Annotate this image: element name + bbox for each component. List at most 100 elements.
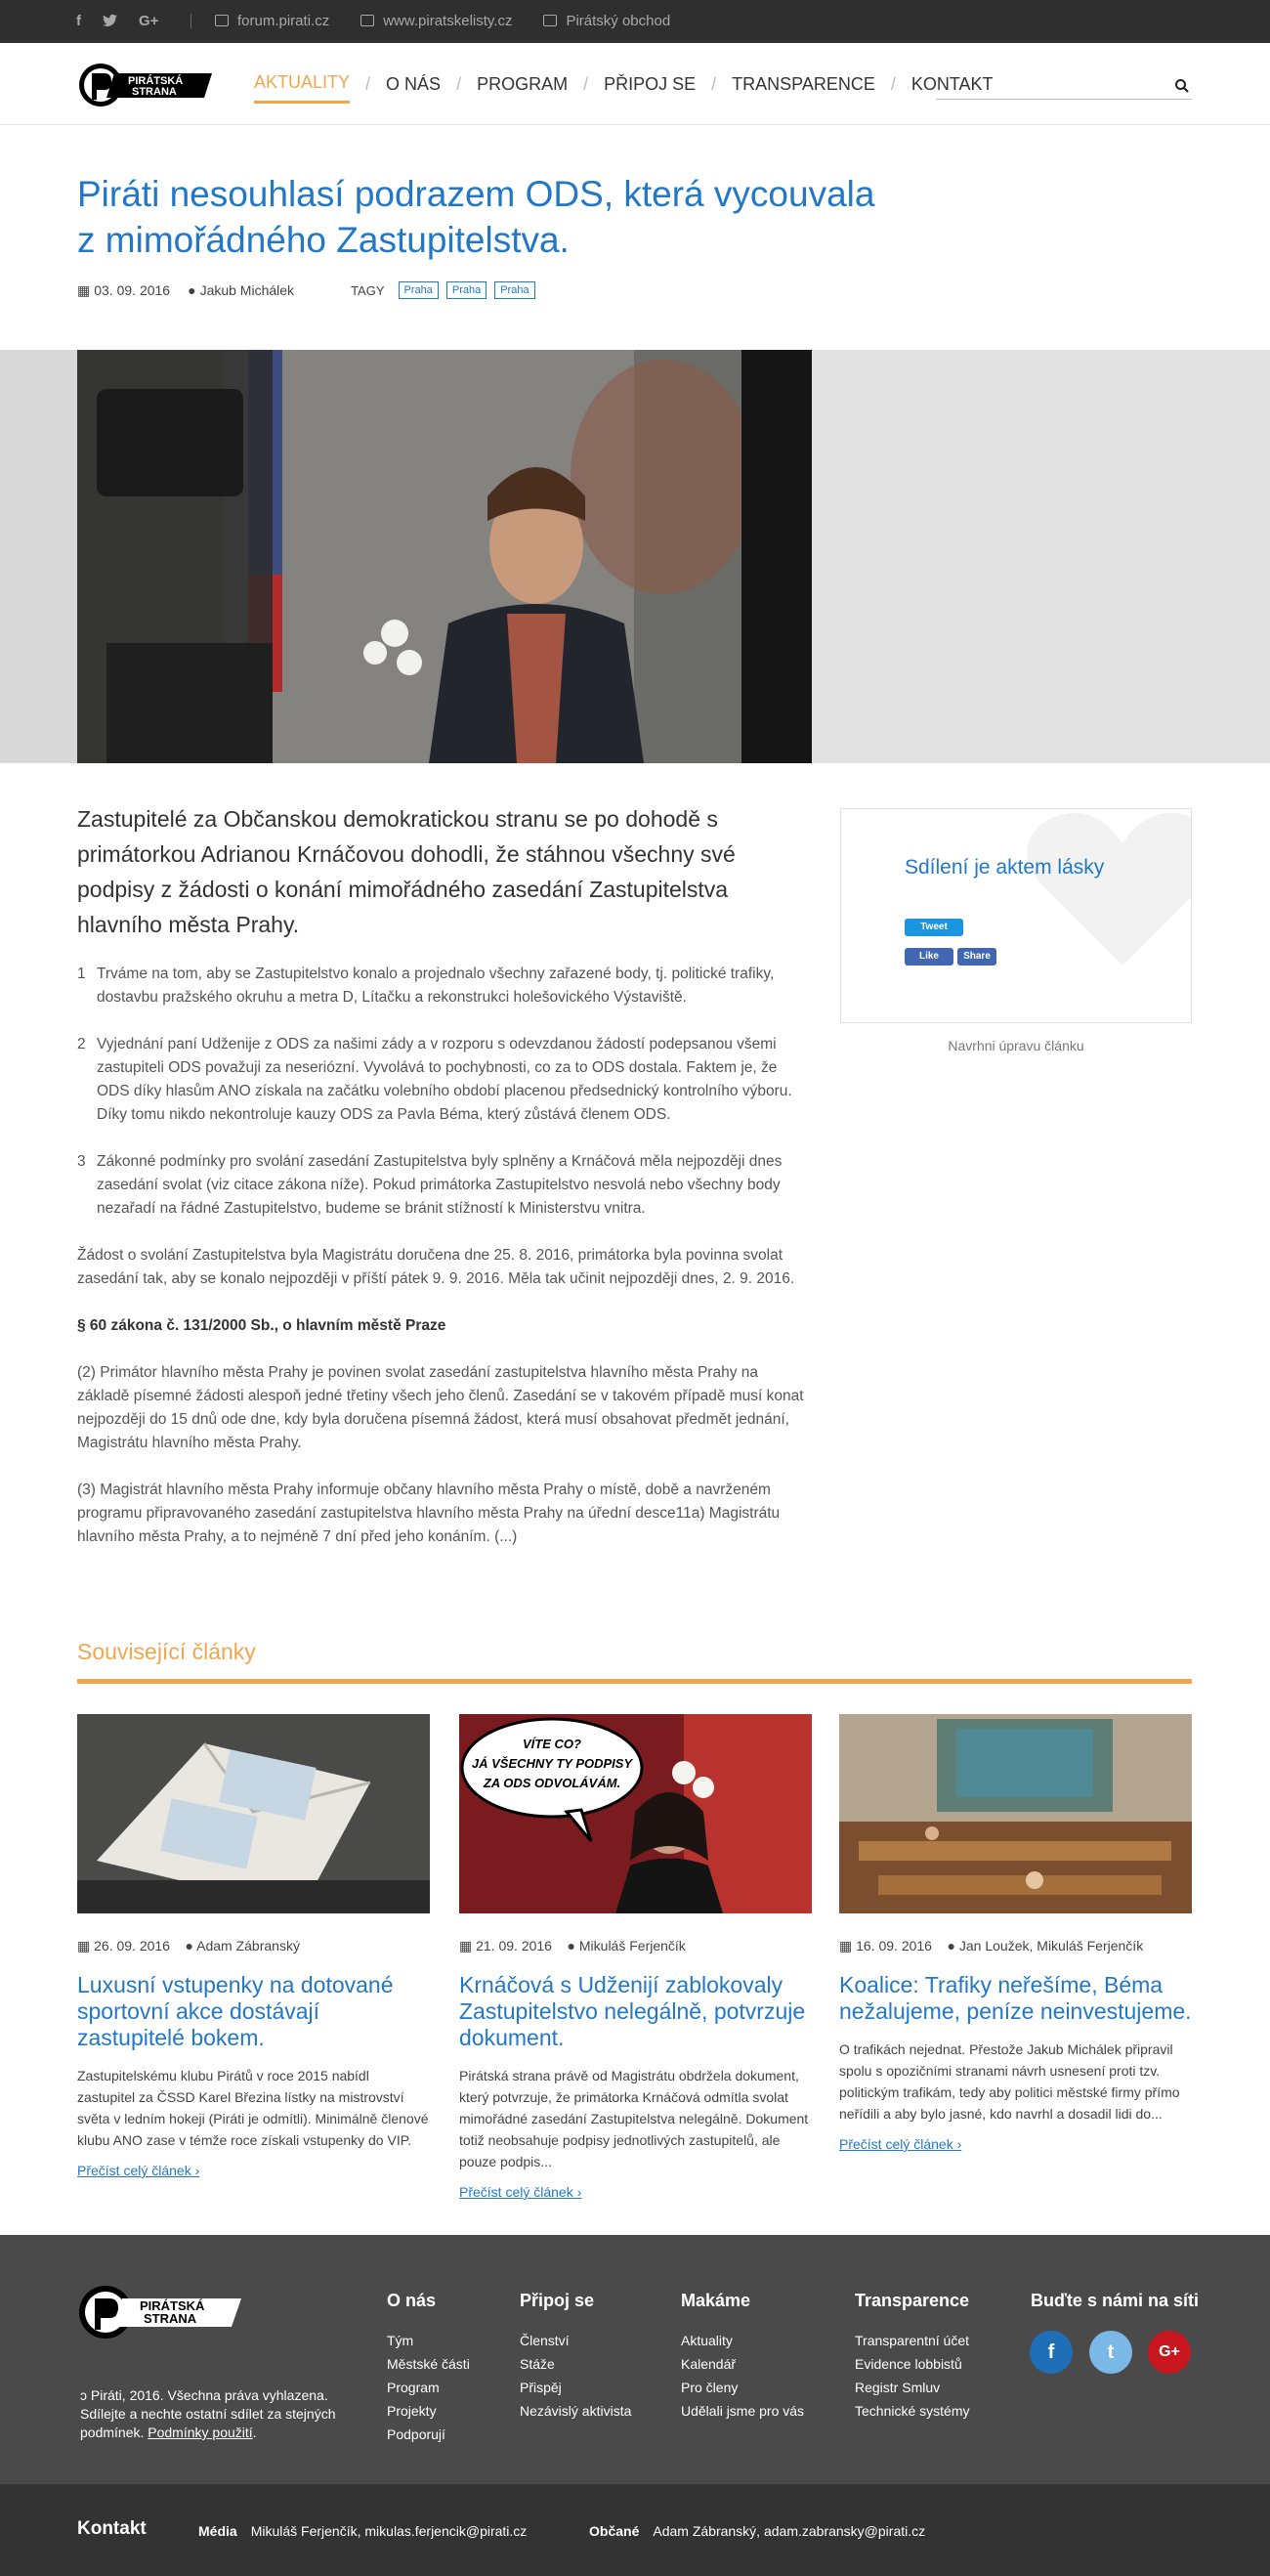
topbar-link-shop[interactable]: Pirátský obchod xyxy=(543,13,670,29)
nav-item-program[interactable]: PROGRAM xyxy=(477,74,568,103)
footer-link[interactable]: Registr Smluv xyxy=(855,2376,969,2399)
footer-link[interactable]: Kalendář xyxy=(681,2352,804,2376)
related-card-image[interactable] xyxy=(77,1714,430,1913)
facebook-icon[interactable]: f xyxy=(1030,2331,1073,2374)
footer-column-makame: Makáme Aktuality Kalendář Pro členy Uděl… xyxy=(681,2291,804,2423)
nav-item-transparence[interactable]: TRANSPARENCE xyxy=(732,74,875,103)
read-more-link[interactable]: Přečíst celý článek › xyxy=(839,2136,1192,2152)
read-more-link[interactable]: Přečíst celý článek › xyxy=(77,2163,430,2178)
point-text: Zákonné podmínky pro svolání zasedání Za… xyxy=(97,1153,783,1217)
comic-bubble-line1: VÍTE CO? xyxy=(523,1737,581,1751)
topbar-link-forum[interactable]: forum.pirati.cz xyxy=(215,13,329,29)
footer-link[interactable]: Udělali jsme pro vás xyxy=(681,2399,804,2423)
google-plus-icon[interactable]: G+ xyxy=(1148,2331,1191,2374)
footer-link[interactable]: Členství xyxy=(520,2329,631,2352)
topbar-link-listy[interactable]: www.piratskelisty.cz xyxy=(360,13,512,29)
footer-link[interactable]: Přispěj xyxy=(520,2376,631,2399)
search-icon[interactable] xyxy=(1174,78,1190,94)
footer-link[interactable]: Projekty xyxy=(387,2399,470,2423)
contact-media: Média Mikuláš Ferjenčík, mikulas.ferjenci… xyxy=(198,2523,527,2539)
footer-link[interactable]: Podporují xyxy=(387,2423,470,2446)
twitter-icon[interactable]: t xyxy=(1089,2331,1132,2374)
related-card-title[interactable]: Koalice: Trafiky neřešíme, Béma nežaluje… xyxy=(839,1972,1192,2025)
facebook-like-button[interactable]: Like xyxy=(905,948,953,966)
read-more-link[interactable]: Přečíst celý článek › xyxy=(459,2184,812,2200)
comic-bubble-line2: JÁ VŠECHNY TY PODPISY xyxy=(472,1756,634,1771)
contact-citizens: Občané Adam Zábranský, adam.zabransky@pir… xyxy=(589,2523,925,2539)
topbar-links: forum.pirati.cz www.piratskelisty.cz Pir… xyxy=(215,13,670,29)
suggest-edit-link[interactable]: Navrhni úpravu článku xyxy=(840,1038,1192,1053)
related-card-meta: ▦ 21. 09. 2016 ● Mikuláš Ferjenčík xyxy=(459,1938,686,1953)
contact-bar: Kontakt Média Mikuláš Ferjenčík, mikulas.… xyxy=(0,2484,1270,2576)
tag-praha[interactable]: Praha xyxy=(445,281,487,299)
related-card-author[interactable]: Mikuláš Ferjenčík xyxy=(579,1938,686,1953)
tweet-button[interactable]: Tweet xyxy=(905,919,963,936)
related-card: ▦ 26. 09. 2016 ● Adam Zábranský Luxusní … xyxy=(77,1714,430,2178)
footer-link[interactable]: Evidence lobbistů xyxy=(855,2352,969,2376)
nav-item-aktuality[interactable]: AKTUALITY xyxy=(254,72,351,104)
footer-column-title: Připoj se xyxy=(520,2291,595,2310)
contact-heading: Kontakt xyxy=(77,2518,147,2539)
related-card-title[interactable]: Luxusní vstupenky na dotované sportovní … xyxy=(77,1972,430,2051)
related-card-author[interactable]: Jan Loužek, Mikuláš Ferjenčík xyxy=(959,1938,1143,1953)
article-point: 1 Trváme na tom, aby se Zastupitelstvo ko… xyxy=(77,963,812,1009)
topbar-social: f G+ xyxy=(76,13,158,29)
related-card-image[interactable]: VÍTE CO? JÁ VŠECHNY TY PODPISY ZA ODS OD… xyxy=(459,1714,812,1913)
search-input[interactable] xyxy=(936,72,1192,100)
related-card-date: 26. 09. 2016 xyxy=(94,1938,170,1953)
footer-column-transparence: Transparence Transparentní účet Evidence… xyxy=(855,2291,969,2423)
nav-item-o-nas[interactable]: O NÁS xyxy=(386,74,441,103)
comic-bubble-line3: ZA ODS ODVOLÁVÁM. xyxy=(483,1776,620,1790)
article-paragraph: (2) Primátor hlavního města Prahy je pov… xyxy=(77,1364,804,1451)
footer-column-pripoj-se: Připoj se Členství Stáže Přispěj Nezávis… xyxy=(520,2291,631,2423)
footer-link[interactable]: Transparentní účet xyxy=(855,2329,969,2352)
tag-praha[interactable]: Praha xyxy=(398,281,439,299)
pirate-party-logo[interactable]: PIRÁTSKÁ STRANA xyxy=(77,61,214,109)
top-bar: f G+ forum.pirati.cz www.piratskelisty.c… xyxy=(0,0,1270,43)
twitter-icon[interactable] xyxy=(103,14,117,27)
facebook-share-button[interactable]: Share xyxy=(957,948,996,966)
related-heading: Související články xyxy=(77,1639,256,1664)
article-title: Piráti nesouhlasí podrazem ODS, která vy… xyxy=(77,174,875,260)
footer-link[interactable]: Tým xyxy=(387,2329,470,2352)
share-box: Sdílení je aktem lásky Tweet Like Share xyxy=(840,808,1192,1023)
nav-divider: / xyxy=(456,73,462,94)
footer-link[interactable]: Pro členy xyxy=(681,2376,804,2399)
google-plus-icon[interactable]: G+ xyxy=(139,13,158,29)
footer-link[interactable]: Stáže xyxy=(520,2352,631,2376)
contact-citizens-value[interactable]: Adam Zábranský, adam.zabransky@pirati.cz xyxy=(653,2523,925,2539)
tag-praha[interactable]: Praha xyxy=(494,281,535,299)
footer-logo[interactable]: PIRÁTSKÁ STRANA xyxy=(77,2284,243,2340)
article-meta: ▦ 03. 09. 2016 ● Jakub Michálek TAGY Pra… xyxy=(77,281,535,299)
related-card-author[interactable]: Adam Zábranský xyxy=(196,1938,300,1953)
calendar-icon: ▦ xyxy=(77,281,91,298)
point-text: Trváme na tom, aby se Zastupitelstvo kon… xyxy=(97,966,775,1006)
contact-citizens-label: Občané xyxy=(589,2523,640,2539)
topbar-divider xyxy=(190,14,191,28)
footer-link[interactable]: Městské části xyxy=(387,2352,470,2376)
related-card-excerpt: Zastupitelskému klubu Pirátů v roce 2015… xyxy=(77,2068,429,2148)
article-hero-image xyxy=(77,350,812,763)
related-card-image[interactable] xyxy=(839,1714,1192,1913)
nav-divider: / xyxy=(890,73,896,94)
footer-link[interactable]: Program xyxy=(387,2376,470,2399)
contact-media-value[interactable]: Mikuláš Ferjenčík, mikulas.ferjencik@pir… xyxy=(251,2523,528,2539)
facebook-icon[interactable]: f xyxy=(76,13,81,29)
related-card: ▦ 16. 09. 2016 ● Jan Loužek, Mikuláš Fer… xyxy=(839,1714,1192,2152)
article-author[interactable]: Jakub Michálek xyxy=(200,282,295,298)
comments-icon xyxy=(215,15,229,26)
footer-links: Členství Stáže Přispěj Nezávislý aktivis… xyxy=(520,2329,631,2423)
footer-link[interactable]: Technické systémy xyxy=(855,2399,969,2423)
related-card-excerpt: O trafikách nejednat. Přestože Jakub Mic… xyxy=(839,2041,1180,2122)
user-icon: ● xyxy=(188,282,196,298)
terms-link[interactable]: Podmínky použití xyxy=(148,2425,252,2440)
contact-media-label: Média xyxy=(198,2523,237,2539)
footer-logo-line2: STRANA xyxy=(144,2311,197,2326)
related-card-title[interactable]: Krnáčová s Udženijí zablokovaly Zastupit… xyxy=(459,1972,812,2051)
copyleft-icon: ↄ xyxy=(80,2387,87,2403)
footer-link[interactable]: Nezávislý aktivista xyxy=(520,2399,631,2423)
footer-social-title: Buďte s námi na síti xyxy=(1031,2291,1199,2310)
footer-link[interactable]: Aktuality xyxy=(681,2329,804,2352)
nav-item-pripoj-se[interactable]: PŘIPOJ SE xyxy=(604,74,696,103)
point-number: 2 xyxy=(77,1036,86,1052)
